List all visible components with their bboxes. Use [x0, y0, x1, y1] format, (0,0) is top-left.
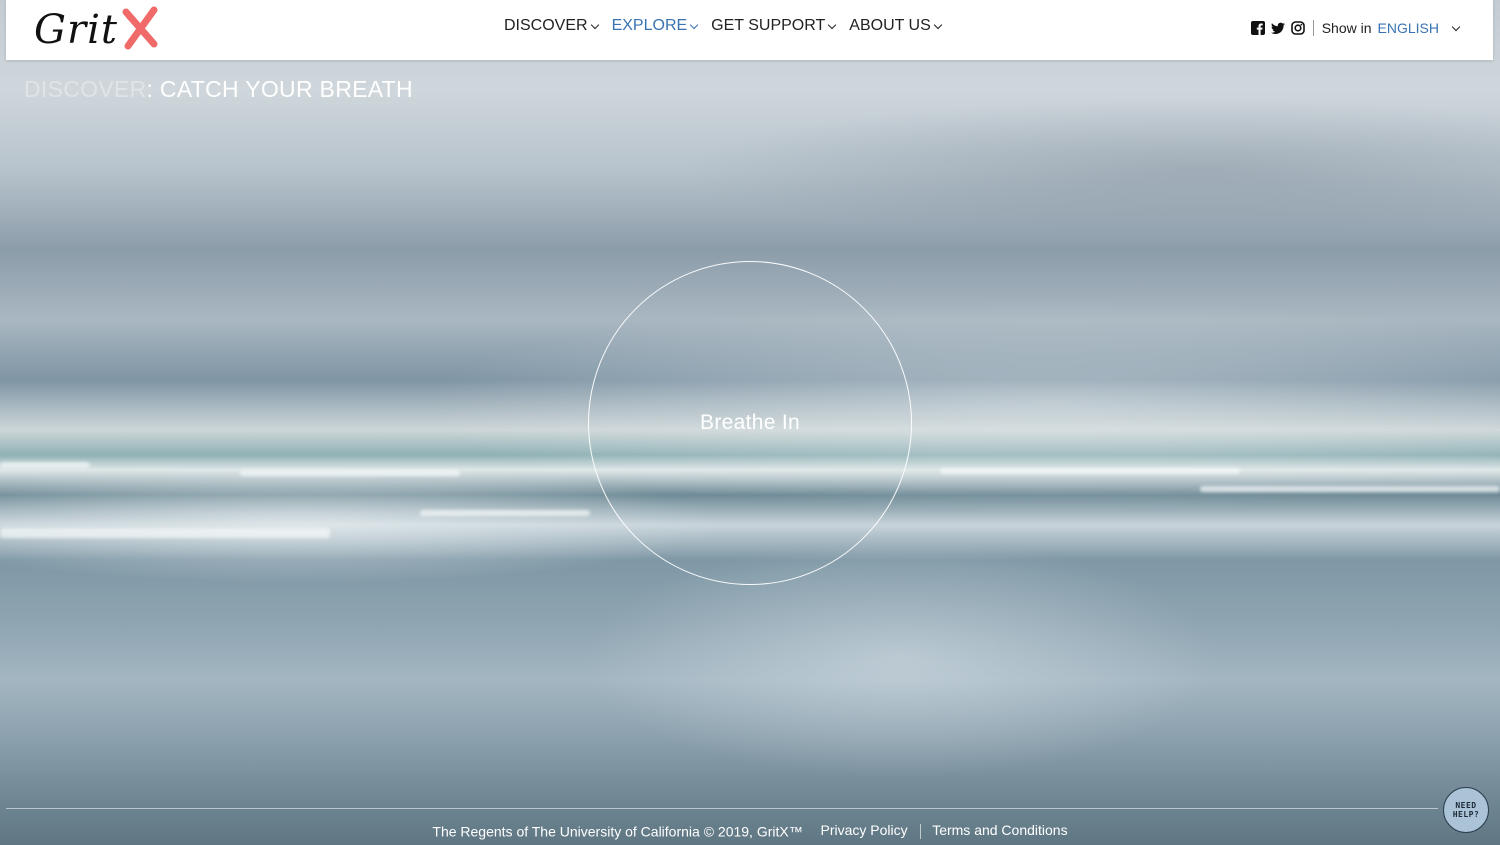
wave-line: [940, 468, 1240, 474]
nav-explore-label: EXPLORE: [611, 17, 688, 34]
logo-text: Grit: [34, 7, 118, 53]
breathing-circle: Breathe In: [588, 261, 912, 585]
need-help-button[interactable]: NEED HELP?: [1443, 787, 1489, 833]
header-divider: [1312, 20, 1314, 36]
wave-line: [1200, 486, 1500, 492]
nav-get-support-label: GET SUPPORT: [711, 17, 826, 34]
wave-line: [0, 528, 330, 538]
instagram-icon[interactable]: [1290, 21, 1305, 35]
header-utilities: Show in ENGLISH: [1250, 20, 1461, 36]
privacy-policy-link[interactable]: Privacy Policy: [821, 822, 908, 838]
page-title: DISCOVER: CATCH YOUR BREATH: [24, 76, 413, 103]
nav-discover-label: DISCOVER: [504, 17, 588, 34]
site-footer: The Regents of The University of Califor…: [0, 822, 1500, 839]
chevron-down-icon: [933, 20, 943, 30]
facebook-icon[interactable]: [1250, 21, 1265, 35]
nav-about-us-label: ABOUT US: [849, 17, 931, 34]
page-title-text: : CATCH YOUR BREATH: [146, 76, 413, 102]
wave-line: [240, 470, 460, 476]
nav-get-support[interactable]: GET SUPPORT: [711, 17, 837, 35]
gritx-logo[interactable]: Grit: [34, 4, 160, 56]
chevron-down-icon: [689, 20, 699, 30]
page-background: Grit DISCOVER EXPLORE GET SUPPORT ABOUT …: [0, 0, 1500, 845]
footer-divider: [6, 808, 1438, 809]
chevron-down-icon[interactable]: [1451, 22, 1461, 32]
site-header: Grit DISCOVER EXPLORE GET SUPPORT ABOUT …: [6, 0, 1493, 60]
chevron-down-icon: [828, 20, 837, 30]
language-prefix: Show in: [1321, 20, 1372, 36]
main-nav: DISCOVER EXPLORE GET SUPPORT ABOUT US: [504, 17, 943, 35]
nav-about-us[interactable]: ABOUT US: [849, 17, 943, 35]
logo-x-mark: [120, 6, 160, 55]
terms-link[interactable]: Terms and Conditions: [932, 822, 1067, 838]
copyright-text: The Regents of The University of Califor…: [432, 823, 803, 840]
wave-line: [420, 510, 590, 516]
chevron-down-icon: [590, 20, 599, 30]
nav-explore[interactable]: EXPLORE: [611, 17, 699, 35]
footer-separator: [919, 823, 921, 839]
nav-discover[interactable]: DISCOVER: [504, 17, 599, 35]
need-help-line2: HELP?: [1452, 810, 1480, 819]
breathing-instruction: Breathe In: [700, 411, 800, 434]
twitter-icon[interactable]: [1270, 21, 1285, 35]
language-selector[interactable]: ENGLISH: [1378, 20, 1439, 36]
wave-line: [0, 462, 90, 468]
need-help-line1: NEED: [1455, 801, 1477, 810]
breadcrumb-discover[interactable]: DISCOVER: [24, 76, 147, 102]
